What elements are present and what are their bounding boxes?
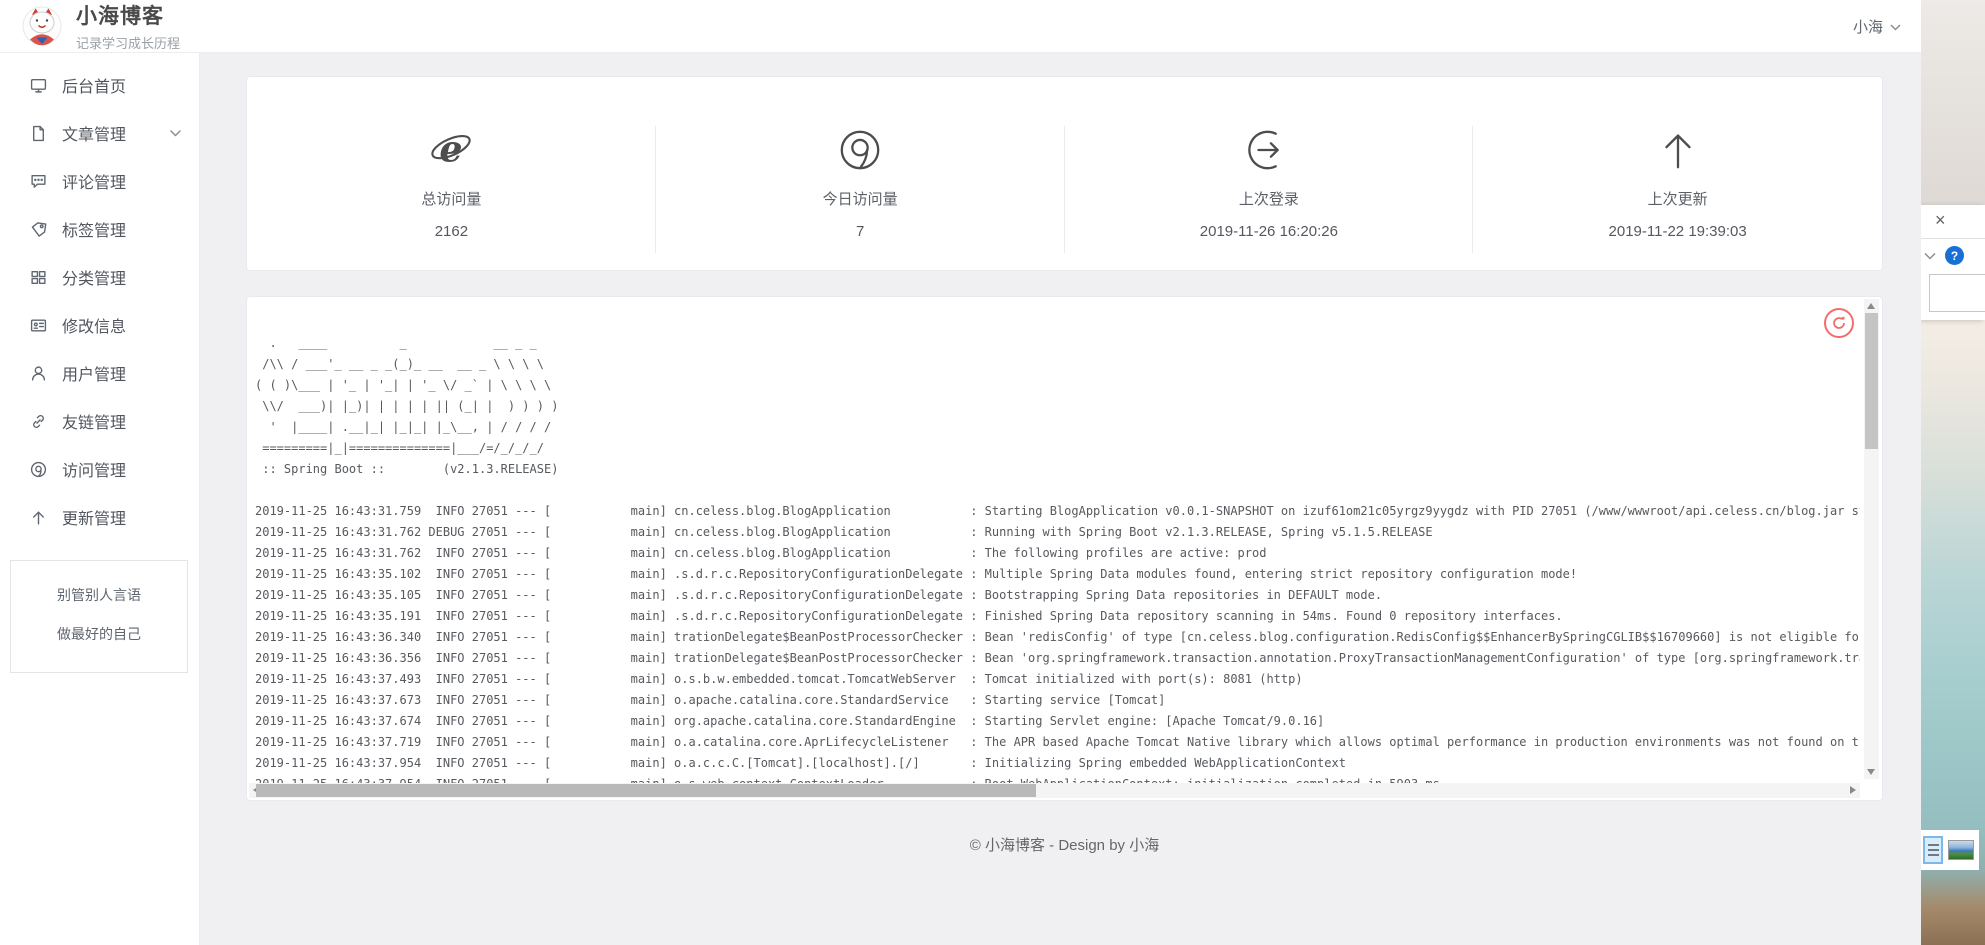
visits-icon [30, 461, 47, 478]
motto-box: 别管别人言语 做最好的自己 [10, 560, 188, 673]
sidebar-item-articles[interactable]: 文章管理 [0, 109, 199, 157]
sidebar-item-dashboard[interactable]: 后台首页 [0, 61, 199, 109]
ie-browser-icon: e [428, 127, 474, 173]
stat-value: 2162 [435, 223, 468, 240]
sidebar-item-comments[interactable]: 评论管理 [0, 157, 199, 205]
overlay-popup-panel: × ? [1921, 205, 1985, 320]
sidebar-item-label: 文章管理 [62, 121, 126, 145]
stat-label: 上次更新 [1648, 188, 1708, 209]
sidebar: 后台首页 文章管理 [0, 53, 200, 945]
sidebar-item-label: 标签管理 [62, 217, 126, 241]
refresh-log-button[interactable] [1824, 308, 1854, 338]
sidebar-item-label: 访问管理 [62, 457, 126, 481]
stat-last-update: 上次更新 2019-11-22 19:39:03 [1473, 77, 1882, 270]
sidebar-item-label: 后台首页 [62, 73, 126, 97]
article-icon [30, 125, 47, 142]
layout: 后台首页 文章管理 [0, 53, 1921, 945]
desktop-top-strip [1921, 0, 1985, 205]
sidebar-item-label: 友链管理 [62, 409, 126, 433]
chevron-down-icon [170, 130, 181, 137]
help-icon[interactable]: ? [1945, 246, 1964, 265]
brand: 小海博客 记录学习成长历程 [76, 0, 180, 52]
top-bar: 小海博客 记录学习成长历程 小海 [0, 0, 1921, 53]
sidebar-item-categories[interactable]: 分类管理 [0, 253, 199, 301]
scroll-right-arrow-icon[interactable] [1850, 786, 1856, 794]
stat-total-visits: e 总访问量 2162 [247, 77, 656, 270]
stat-value: 2019-11-22 19:39:03 [1609, 223, 1747, 240]
dashboard-icon [30, 77, 47, 94]
overlay-divider [1921, 238, 1985, 239]
update-icon [30, 509, 47, 526]
stats-card: e 总访问量 2162 [246, 76, 1883, 271]
last-update-icon [1655, 127, 1701, 173]
sidebar-item-friend-links[interactable]: 友链管理 [0, 397, 199, 445]
vertical-scrollbar[interactable] [1864, 299, 1879, 779]
chevron-down-icon[interactable] [1924, 247, 1936, 265]
motto-line-1: 别管别人言语 [15, 585, 183, 605]
scroll-up-arrow-icon[interactable] [1867, 303, 1875, 309]
sidebar-item-visits[interactable]: 访问管理 [0, 445, 199, 493]
profile-edit-icon [30, 317, 47, 334]
admin-app: 小海博客 记录学习成长历程 小海 后台首页 [0, 0, 1921, 945]
taskbar-chip [1921, 830, 1979, 870]
list-view-icon[interactable] [1923, 836, 1943, 864]
last-login-icon [1246, 127, 1292, 173]
scroll-down-arrow-icon[interactable] [1867, 769, 1875, 775]
site-logo-cat-avatar [22, 6, 62, 46]
comment-icon [30, 173, 47, 190]
svg-text:e: e [440, 128, 463, 171]
site-subtitle: 记录学习成长历程 [76, 33, 180, 52]
user-dropdown[interactable]: 小海 [1853, 16, 1903, 37]
log-output: . ____ _ __ _ _ /\\ / ___'_ __ _ _(_)_ _… [255, 333, 1860, 800]
stat-today-visits: 今日访问量 7 [656, 77, 1065, 270]
user-name: 小海 [1853, 16, 1883, 37]
log-console: . ____ _ __ _ _ /\\ / ___'_ __ _ _(_)_ _… [246, 296, 1883, 801]
refresh-icon [1830, 314, 1848, 332]
sidebar-item-profile[interactable]: 修改信息 [0, 301, 199, 349]
horizontal-scrollbar[interactable] [249, 783, 1860, 798]
motto-line-2: 做最好的自己 [15, 624, 183, 644]
page-footer: © 小海博客 - Design by 小海 [246, 819, 1883, 869]
user-icon [30, 365, 47, 382]
vertical-scrollbar-thumb[interactable] [1865, 313, 1878, 449]
sidebar-item-label: 修改信息 [62, 313, 126, 337]
chevron-down-icon [1890, 18, 1901, 35]
stat-last-login: 上次登录 2019-11-26 16:20:26 [1065, 77, 1474, 270]
sidebar-nav: 后台首页 文章管理 [0, 61, 199, 541]
close-icon[interactable]: × [1935, 211, 1946, 229]
stat-label: 今日访问量 [823, 188, 898, 209]
stat-value: 2019-11-26 16:20:26 [1200, 223, 1338, 240]
desktop-background: × ? [1921, 0, 1985, 945]
copyright-text: © 小海博客 - Design by 小海 [970, 834, 1159, 855]
sidebar-item-label: 用户管理 [62, 361, 126, 385]
chrome-browser-icon [837, 127, 883, 173]
sidebar-item-label: 评论管理 [62, 169, 126, 193]
sidebar-item-label: 分类管理 [62, 265, 126, 289]
photo-thumbnail-icon[interactable] [1948, 840, 1974, 860]
sidebar-item-updates[interactable]: 更新管理 [0, 493, 199, 541]
category-icon [30, 269, 47, 286]
friend-links-icon [30, 413, 47, 430]
stat-label: 上次登录 [1239, 188, 1299, 209]
stat-label: 总访问量 [421, 188, 481, 209]
sidebar-item-users[interactable]: 用户管理 [0, 349, 199, 397]
horizontal-scrollbar-thumb[interactable] [256, 784, 1036, 797]
sidebar-item-tags[interactable]: 标签管理 [0, 205, 199, 253]
tag-icon [30, 221, 47, 238]
main-content: e 总访问量 2162 [200, 53, 1921, 945]
stat-value: 7 [856, 223, 864, 240]
screen: 小海博客 记录学习成长历程 小海 后台首页 [0, 0, 1985, 945]
site-title: 小海博客 [76, 0, 180, 30]
overlay-controls: ? [1924, 246, 1964, 265]
overlay-input-box[interactable] [1929, 274, 1985, 312]
sidebar-item-label: 更新管理 [62, 505, 126, 529]
